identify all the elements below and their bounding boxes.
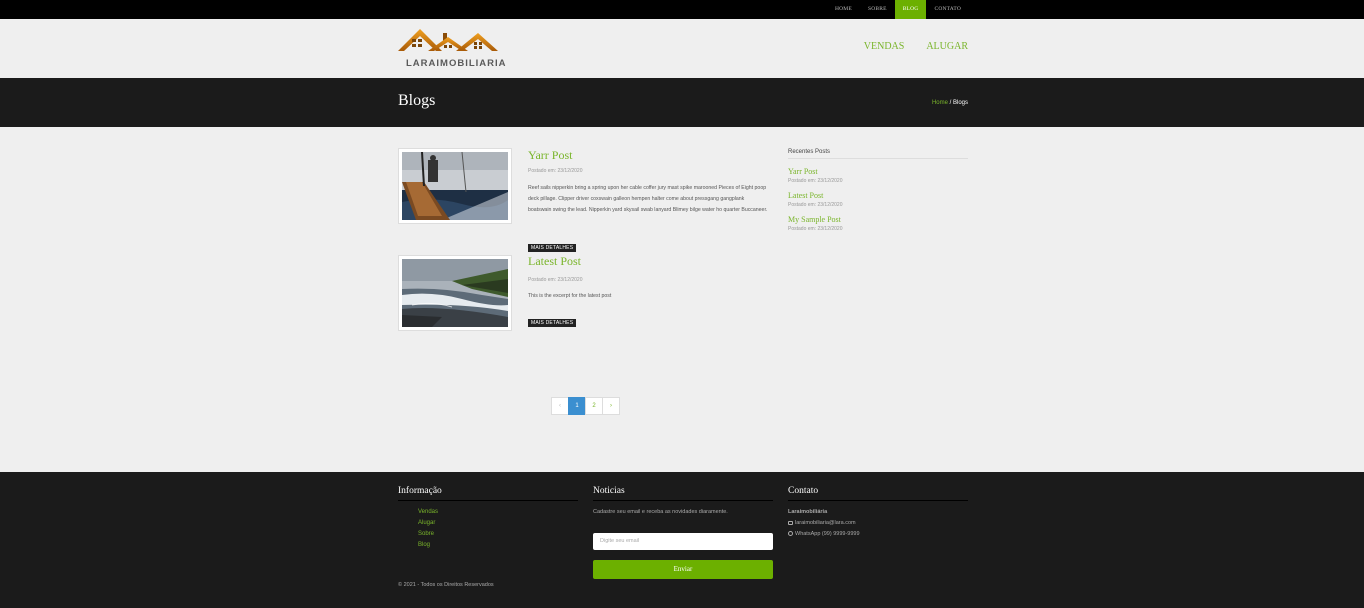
pagination-prev[interactable]: ‹ <box>551 397 569 415</box>
sidebar-item-title[interactable]: My Sample Post <box>788 215 968 224</box>
logo-text: LARAIMOBILIARIA <box>406 58 507 69</box>
post-title[interactable]: Latest Post <box>528 254 581 269</box>
contact-email-row: laraimobiliaria@lara.com <box>788 518 968 529</box>
sidebar-item-date: Postado em: 23/12/2020 <box>788 226 843 232</box>
footer-contact-heading: Contato <box>788 486 968 501</box>
envelope-icon <box>788 520 793 525</box>
top-nav: HOME SOBRE BLOG CONTATO <box>827 0 969 19</box>
nav-alugar[interactable]: ALUGAR <box>926 41 968 52</box>
more-details-button[interactable]: MAIS DETALHES <box>528 244 577 252</box>
footer-contact-column: Contato Laraimobiliária laraimobiliaria@… <box>788 486 968 540</box>
sidebar-item: My Sample Post Postado em: 23/12/2020 <box>788 215 968 232</box>
sidebar-heading: Recentes Posts <box>788 149 968 159</box>
more-details-button[interactable]: MAIS DETALHES <box>528 319 577 327</box>
sidebar-item-date: Postado em: 23/12/2020 <box>788 178 843 184</box>
footer-link-vendas[interactable]: Vendas <box>418 507 578 518</box>
coast-waves-photo-icon <box>402 259 508 327</box>
contact-details: Laraimobiliária laraimobiliaria@lara.com… <box>788 507 968 540</box>
breadcrumb-home[interactable]: Home <box>932 100 948 106</box>
copyright: © 2021 - Todos os Direitos Reservados <box>398 582 494 588</box>
footer-link-alugar[interactable]: Alugar <box>418 518 578 529</box>
sidebar-item: Latest Post Postado em: 23/12/2020 <box>788 191 968 208</box>
contact-email[interactable]: laraimobiliaria@lara.com <box>795 520 856 526</box>
post-date: Postado em: 23/12/2020 <box>528 277 583 283</box>
whatsapp-icon <box>788 531 793 537</box>
footer-info-column: Informação Vendas Alugar Sobre Blog <box>398 486 578 551</box>
pagination-page-1[interactable]: 1 <box>568 397 586 415</box>
main-nav: VENDAS ALUGAR <box>864 41 968 52</box>
footer-news-heading: Noticias <box>593 486 773 501</box>
newsletter-submit-button[interactable]: Enviar <box>593 560 773 579</box>
pagination: ‹ 1 2 › <box>551 397 620 415</box>
house-roof-logo-icon <box>398 29 498 51</box>
recent-posts-sidebar: Recentes Posts Yarr Post Postado em: 23/… <box>788 149 968 232</box>
top-bar: HOME SOBRE BLOG CONTATO <box>0 0 1364 19</box>
blog-post: Yarr Post Postado em: 23/12/2020 Reef sa… <box>398 148 770 252</box>
contact-company: Laraimobiliária <box>788 509 828 515</box>
site-header: LARAIMOBILIARIA VENDAS ALUGAR <box>0 19 1364 78</box>
post-excerpt: This is the excerpt for the latest post <box>528 293 612 299</box>
topnav-sobre[interactable]: SOBRE <box>860 0 895 19</box>
post-excerpt: Reef sails nipperkin bring a spring upon… <box>528 185 768 213</box>
topnav-blog[interactable]: BLOG <box>894 0 927 19</box>
blog-post: Latest Post Postado em: 23/12/2020 This … <box>398 254 770 334</box>
contact-whatsapp[interactable]: WhatsApp (99) 9999-9999 <box>795 531 860 537</box>
sidebar-item-date: Postado em: 23/12/2020 <box>788 202 843 208</box>
footer-link-blog[interactable]: Blog <box>418 540 578 551</box>
footer-links: Vendas Alugar Sobre Blog <box>418 507 578 551</box>
pagination-next[interactable]: › <box>602 397 620 415</box>
post-title[interactable]: Yarr Post <box>528 148 572 163</box>
breadcrumb-current: Blogs <box>952 100 968 106</box>
newsletter-email-input[interactable]: Digite seu email <box>593 533 773 550</box>
footer-link-sobre[interactable]: Sobre <box>418 529 578 540</box>
site-footer: Informação Vendas Alugar Sobre Blog Noti… <box>0 472 1364 608</box>
footer-news-column: Noticias Cadastre seu email e receba as … <box>593 486 773 579</box>
nav-vendas[interactable]: VENDAS <box>864 41 905 52</box>
pagination-page-2[interactable]: 2 <box>585 397 603 415</box>
post-thumbnail[interactable] <box>398 255 512 331</box>
sidebar-item: Yarr Post Postado em: 23/12/2020 <box>788 167 968 184</box>
topnav-home[interactable]: HOME <box>827 0 860 19</box>
breadcrumb: Home / Blogs <box>932 100 968 106</box>
sidebar-item-title[interactable]: Latest Post <box>788 191 968 200</box>
page-title-band: Blogs Home / Blogs <box>0 78 1364 127</box>
contact-whatsapp-row: WhatsApp (99) 9999-9999 <box>788 529 968 540</box>
newsletter-text: Cadastre seu email e receba as novidades… <box>593 509 728 515</box>
topnav-contato[interactable]: CONTATO <box>926 0 969 19</box>
logo[interactable]: LARAIMOBILIARIA <box>398 27 506 71</box>
sidebar-item-title[interactable]: Yarr Post <box>788 167 968 176</box>
footer-info-heading: Informação <box>398 486 578 501</box>
post-date: Postado em: 23/12/2020 <box>528 168 583 174</box>
sailboat-photo-icon <box>402 152 508 220</box>
post-thumbnail[interactable] <box>398 148 512 224</box>
page-title: Blogs <box>398 92 436 109</box>
